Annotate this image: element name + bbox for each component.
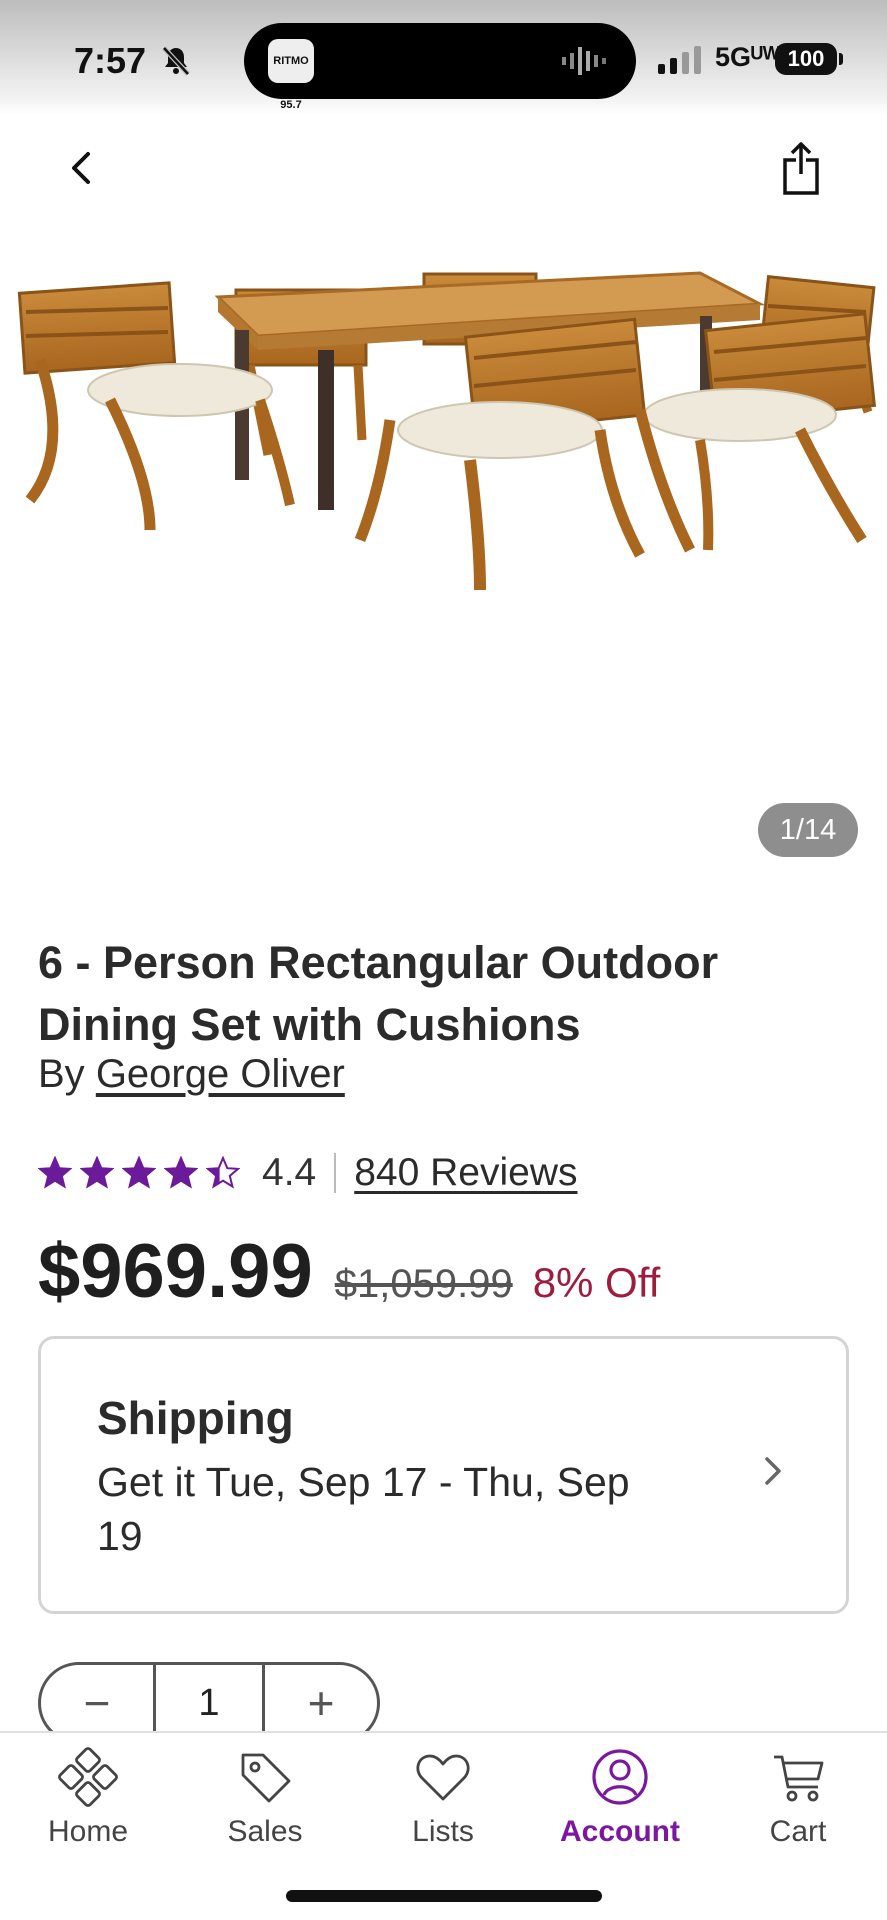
rating-row: 4.4 840 Reviews: [38, 1148, 578, 1198]
star-icon: [164, 1156, 198, 1189]
star-icon: [38, 1156, 72, 1189]
battery-indicator: 100: [775, 43, 837, 75]
star-icon: [122, 1156, 156, 1189]
tab-lists-label: Lists: [412, 1815, 474, 1848]
decrease-quantity-button[interactable]: −: [41, 1665, 153, 1741]
discount-label: 8% Off: [532, 1259, 661, 1306]
rating-divider: [334, 1153, 337, 1193]
heart-icon: [416, 1754, 470, 1801]
tab-sales[interactable]: Sales: [190, 1747, 340, 1849]
original-price: $1,059.99: [334, 1262, 513, 1306]
chair-front-center: [354, 317, 647, 591]
price-row: $969.99 $1,059.99 8% Off: [38, 1228, 661, 1314]
shipping-date: Get it Tue, Sep 17 - Thu, Sep 19: [97, 1459, 630, 1559]
dynamic-island[interactable]: RITMO 95.7: [244, 23, 636, 111]
tab-account-label: Account: [560, 1815, 680, 1848]
bell-muted-icon: [162, 46, 190, 76]
tab-sales-label: Sales: [227, 1815, 303, 1848]
star-icon: [206, 1156, 240, 1189]
rating-value: 4.4: [262, 1151, 317, 1194]
chair-front-right: [634, 312, 877, 553]
tab-account[interactable]: Account: [545, 1747, 695, 1849]
tab-home-label: Home: [47, 1815, 129, 1848]
image-counter: 1/14: [758, 803, 858, 857]
byline-prefix: By: [38, 1052, 85, 1096]
network-type: 5Gᵁᵂ: [715, 42, 780, 72]
star-rating: [38, 1156, 240, 1190]
status-time: 7:57: [74, 40, 147, 81]
share-icon[interactable]: [776, 140, 826, 196]
price: $969.99: [38, 1229, 313, 1314]
quantity-value[interactable]: 1: [153, 1665, 265, 1741]
reviews-link[interactable]: 840 Reviews: [354, 1151, 577, 1195]
home-indicator: [286, 1890, 602, 1902]
account-icon: [592, 1749, 648, 1805]
tab-cart-label: Cart: [769, 1815, 827, 1848]
status-bar: 7:57 RITMO 95.7 5Gᵁᵂ 100: [0, 0, 887, 115]
chevron-right-icon: [765, 1457, 781, 1485]
shipping-title: Shipping: [97, 1392, 294, 1444]
now-playing-app-icon: RITMO 95.7: [268, 39, 314, 111]
tab-home[interactable]: Home: [13, 1747, 163, 1849]
brand-link[interactable]: George Oliver: [96, 1052, 345, 1096]
star-icon: [80, 1156, 114, 1189]
audio-wave-icon: [562, 47, 606, 75]
tab-lists[interactable]: Lists: [368, 1747, 518, 1849]
tab-cart[interactable]: Cart: [723, 1747, 873, 1849]
product-title: 6 - Person Rectangular Outdoor Dining Se…: [38, 937, 719, 1050]
home-icon: [58, 1747, 118, 1807]
tag-icon: [241, 1753, 291, 1803]
byline: By George Oliver: [38, 1052, 345, 1097]
product-image[interactable]: [0, 250, 887, 760]
increase-quantity-button[interactable]: +: [265, 1665, 377, 1741]
cart-icon: [774, 1755, 824, 1802]
battery-tip: [839, 53, 843, 65]
signal-icon: [658, 46, 701, 74]
shipping-card[interactable]: Shipping Get it Tue, Sep 17 - Thu, Sep 1…: [38, 1336, 849, 1614]
chevron-left-icon[interactable]: [60, 146, 104, 190]
